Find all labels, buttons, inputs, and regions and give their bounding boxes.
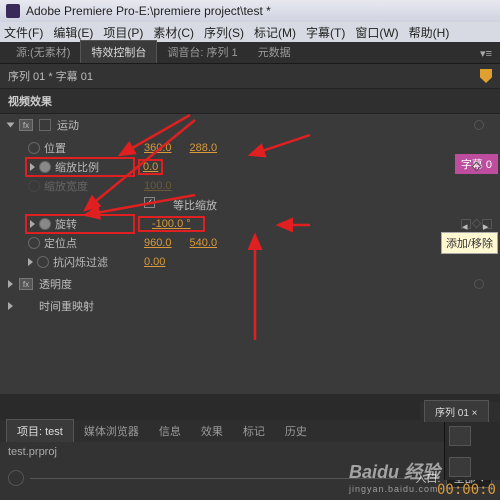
uniform-scale-checkbox[interactable]: ✓ bbox=[144, 197, 155, 208]
tab-effect-controls[interactable]: 特效控制台 bbox=[80, 40, 157, 63]
fx-badge-icon[interactable]: fx bbox=[19, 119, 33, 131]
effect-bypass-icon[interactable] bbox=[474, 120, 484, 130]
main-menu: 文件(F) 编辑(E) 项目(P) 素材(C) 序列(S) 标记(M) 字幕(T… bbox=[0, 22, 500, 42]
menu-help[interactable]: 帮助(H) bbox=[409, 24, 450, 41]
effect-motion-label: 运动 bbox=[57, 117, 79, 133]
prop-scale-width: 缩放宽度 100.0 bbox=[28, 176, 500, 195]
prop-position: 位置 360.0 288.0 bbox=[28, 138, 500, 157]
effect-time-remap[interactable]: 时间重映射 bbox=[0, 295, 500, 317]
project-file: test.prproj bbox=[8, 446, 57, 462]
prop-antiflicker: 抗闪烁过滤 0.00 bbox=[28, 252, 500, 271]
disclosure-icon[interactable] bbox=[30, 220, 35, 228]
disclosure-icon[interactable] bbox=[30, 163, 35, 171]
anchor-x[interactable]: 960.0 bbox=[144, 237, 172, 249]
tab-history[interactable]: 历史 bbox=[275, 420, 317, 442]
stopwatch-icon bbox=[28, 180, 40, 192]
scale-value[interactable]: 0.0 bbox=[138, 159, 163, 175]
scale-width-value: 100.0 bbox=[144, 180, 172, 192]
window-titlebar: Adobe Premiere Pro - E:\premiere project… bbox=[0, 0, 500, 22]
prop-uniform-scale: ✓ 等比缩放 bbox=[28, 195, 500, 214]
antiflicker-value[interactable]: 0.00 bbox=[144, 256, 165, 268]
disclosure-icon[interactable] bbox=[28, 258, 33, 266]
video-effects-header: 视频效果 bbox=[0, 89, 500, 114]
search-icon[interactable] bbox=[8, 470, 24, 486]
tab-source[interactable]: 源:(无素材) bbox=[6, 41, 80, 63]
menu-title[interactable]: 字幕(T) bbox=[306, 24, 345, 41]
disclosure-icon[interactable] bbox=[8, 280, 13, 288]
timecode[interactable]: 00:00:0 bbox=[437, 482, 496, 498]
prop-scale: 缩放比例 0.0 ◂▸ bbox=[28, 157, 500, 176]
prev-keyframe-icon[interactable]: ◂ bbox=[461, 219, 471, 229]
next-keyframe-icon[interactable]: ▸ bbox=[482, 219, 492, 229]
timeline-tabs: 序列 01 × bbox=[420, 402, 500, 422]
anchor-y[interactable]: 540.0 bbox=[190, 237, 218, 249]
tab-metadata[interactable]: 元数据 bbox=[248, 41, 301, 63]
project-panel-tabs: 项目: test 媒体浏览器 信息 效果 标记 历史 ▾≡ bbox=[0, 420, 500, 442]
menu-project[interactable]: 项目(P) bbox=[103, 24, 143, 41]
menu-sequence[interactable]: 序列(S) bbox=[204, 24, 244, 41]
track-select-tool-icon[interactable] bbox=[449, 457, 471, 477]
playhead-icon[interactable] bbox=[480, 69, 492, 83]
panel-menu-icon[interactable]: ▾≡ bbox=[472, 44, 500, 63]
tab-info[interactable]: 信息 bbox=[149, 420, 191, 442]
effect-motion[interactable]: fx 运动 bbox=[0, 114, 500, 136]
menu-window[interactable]: 窗口(W) bbox=[355, 24, 398, 41]
effect-time-remap-label: 时间重映射 bbox=[39, 298, 94, 314]
stopwatch-icon[interactable] bbox=[28, 142, 40, 154]
rotation-value[interactable]: -100.0 ° bbox=[138, 216, 205, 232]
lower-panels: 序列 01 × 项目: test 媒体浏览器 信息 效果 标记 历史 ▾≡ te… bbox=[0, 420, 500, 500]
tab-audio-mixer[interactable]: 调音台: 序列 1 bbox=[157, 41, 247, 63]
stopwatch-icon[interactable] bbox=[28, 237, 40, 249]
app-logo-icon bbox=[6, 4, 20, 18]
effect-opacity[interactable]: fx 透明度 bbox=[0, 273, 500, 295]
stopwatch-icon[interactable] bbox=[37, 256, 49, 268]
project-path: E:\premiere project\test * bbox=[139, 4, 271, 18]
watermark: Baidu 经验 jingyan.baidu.com bbox=[349, 458, 440, 494]
selection-tool-icon[interactable] bbox=[449, 426, 471, 446]
tools-panel bbox=[444, 422, 500, 480]
menu-clip[interactable]: 素材(C) bbox=[153, 24, 194, 41]
effect-bypass-icon[interactable] bbox=[474, 279, 484, 289]
tooltip: 添加/移除 bbox=[441, 232, 498, 254]
uniform-scale-label: 等比缩放 bbox=[173, 197, 217, 213]
effect-controls-panel: 序列 01 * 字幕 01 字幕 0 视频效果 fx 运动 位置 360.0 2… bbox=[0, 64, 500, 394]
tab-sequence[interactable]: 序列 01 × bbox=[424, 400, 489, 422]
fx-badge-icon[interactable]: fx bbox=[19, 278, 33, 290]
disclosure-icon[interactable] bbox=[8, 302, 13, 310]
effect-motion-reset-icon[interactable] bbox=[39, 119, 51, 131]
tab-media-browser[interactable]: 媒体浏览器 bbox=[74, 420, 149, 442]
position-x[interactable]: 360.0 bbox=[144, 142, 172, 154]
stopwatch-icon[interactable] bbox=[39, 161, 51, 173]
add-keyframe-icon[interactable] bbox=[472, 219, 482, 229]
clip-name: 序列 01 * 字幕 01 bbox=[8, 68, 93, 84]
menu-edit[interactable]: 编辑(E) bbox=[53, 24, 93, 41]
prop-rotation: 旋转 -100.0 ° ◂▸ bbox=[28, 214, 500, 233]
menu-file[interactable]: 文件(F) bbox=[4, 24, 43, 41]
position-y[interactable]: 288.0 bbox=[190, 142, 218, 154]
tab-project[interactable]: 项目: test bbox=[6, 419, 74, 442]
stopwatch-icon[interactable] bbox=[39, 218, 51, 230]
prop-anchor-point: 定位点 960.0 540.0 bbox=[28, 233, 500, 252]
clip-header: 序列 01 * 字幕 01 bbox=[0, 64, 500, 89]
tab-markers[interactable]: 标记 bbox=[233, 420, 275, 442]
source-panel-tabs: 源:(无素材) 特效控制台 调音台: 序列 1 元数据 ▾≡ bbox=[0, 42, 500, 64]
effect-opacity-label: 透明度 bbox=[39, 276, 72, 292]
app-name: Adobe Premiere Pro bbox=[26, 4, 135, 18]
disclosure-icon[interactable] bbox=[7, 123, 15, 128]
tab-effects[interactable]: 效果 bbox=[191, 420, 233, 442]
menu-marker[interactable]: 标记(M) bbox=[254, 24, 296, 41]
